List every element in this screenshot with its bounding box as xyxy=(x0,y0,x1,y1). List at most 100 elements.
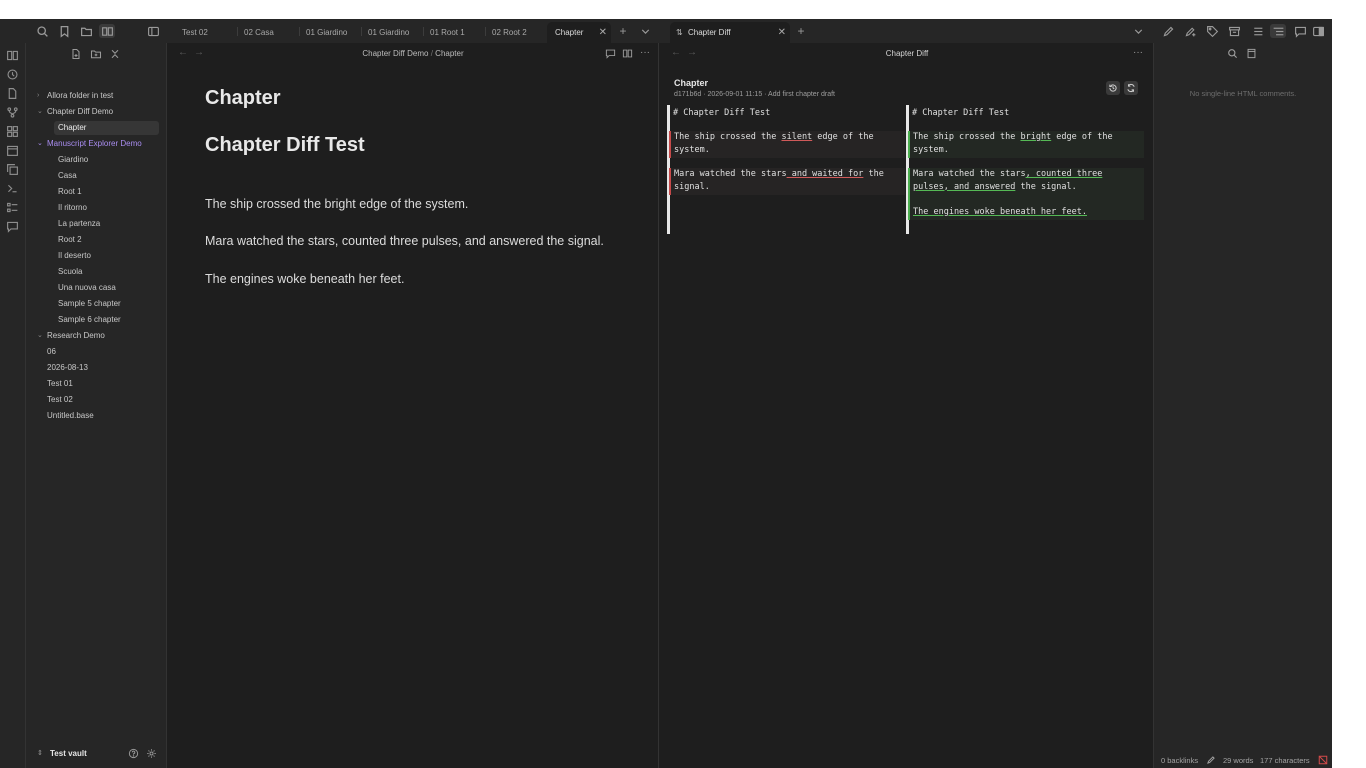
file-06[interactable]: 06 xyxy=(26,345,167,359)
vault-name: Test vault xyxy=(50,749,87,758)
file-test-02[interactable]: Test 02 xyxy=(26,393,167,407)
chevron-down-icon[interactable] xyxy=(638,24,652,38)
layout-icon[interactable] xyxy=(1246,48,1258,60)
folder-icon[interactable] xyxy=(79,24,93,38)
list-icon[interactable] xyxy=(1250,24,1264,38)
sync-error-icon[interactable] xyxy=(1318,755,1328,765)
tab-label: Chapter xyxy=(555,28,584,37)
tab-chapter-diff[interactable]: ⇅ Chapter Diff ✕ xyxy=(670,22,790,43)
file-casa[interactable]: Casa xyxy=(26,169,167,183)
code-text: system. xyxy=(913,144,949,155)
tab-label: Test 02 xyxy=(182,28,208,37)
diff-line-added: The ship crossed the bright edge of the … xyxy=(908,131,1144,158)
file-la-partenza[interactable]: La partenza xyxy=(26,217,167,231)
code-text: The ship crossed the xyxy=(913,132,1021,142)
new-note-icon[interactable] xyxy=(70,48,83,61)
more-options-icon[interactable]: ··· xyxy=(1132,48,1144,60)
history-button[interactable] xyxy=(1106,81,1120,95)
file-root-2[interactable]: Root 2 xyxy=(26,233,167,247)
new-tab-icon[interactable]: + xyxy=(616,24,630,38)
file-icon[interactable] xyxy=(6,87,19,100)
tab-02-root-2[interactable]: 02 Root 2 xyxy=(484,22,546,43)
outline-icon[interactable] xyxy=(1270,24,1286,38)
paragraph: Mara watched the stars, counted three pu… xyxy=(205,234,604,248)
comment-icon[interactable] xyxy=(1293,24,1307,38)
edit-pencil-icon[interactable] xyxy=(1206,755,1216,765)
diff-line-added: Mara watched the stars, counted three pu… xyxy=(908,168,1144,220)
tab-01-giardino-2[interactable]: 01 Giardino xyxy=(360,22,422,43)
tab-02-casa[interactable]: 02 Casa xyxy=(236,22,298,43)
help-icon[interactable] xyxy=(128,748,140,760)
reading-view-icon[interactable] xyxy=(99,24,115,38)
more-options-icon[interactable]: ··· xyxy=(639,48,651,60)
close-icon[interactable]: ✕ xyxy=(599,22,607,43)
diff-file-name: Chapter xyxy=(674,78,709,88)
file-root-1[interactable]: Root 1 xyxy=(26,185,167,199)
folder-allora-folder-in-test[interactable]: › Allora folder in test xyxy=(26,89,167,103)
added-text: , counted three xyxy=(1025,169,1103,179)
file-2026-08-13[interactable]: 2026-08-13 xyxy=(26,361,167,375)
close-icon[interactable]: ✕ xyxy=(778,22,786,43)
tab-bar: Test 02 02 Casa 01 Giardino 01 Giardino … xyxy=(0,19,1332,43)
character-count: 177 characters xyxy=(1260,756,1310,765)
book-icon[interactable] xyxy=(6,49,19,62)
book-open-icon[interactable] xyxy=(622,48,634,60)
pen-plus-icon[interactable] xyxy=(1183,24,1197,38)
tree-item-label: Sample 5 chapter xyxy=(58,299,121,308)
folder-manuscript-explorer-demo[interactable]: ⌄ Manuscript Explorer Demo xyxy=(26,137,167,151)
file-test-01[interactable]: Test 01 xyxy=(26,377,167,391)
toggle-left-sidebar-icon[interactable] xyxy=(146,24,160,38)
tree-item-label: Sample 6 chapter xyxy=(58,315,121,324)
diff-old-column: # Chapter Diff Test The ship crossed the… xyxy=(667,105,906,234)
file-sample-5-chapter[interactable]: Sample 5 chapter xyxy=(26,297,167,311)
new-tab-icon[interactable]: + xyxy=(794,24,808,38)
tab-01-root-1[interactable]: 01 Root 1 xyxy=(422,22,484,43)
backlinks-count[interactable]: 0 backlinks xyxy=(1161,756,1198,765)
tab-test-02[interactable]: Test 02 xyxy=(174,22,236,43)
grid-icon[interactable] xyxy=(6,125,19,138)
breadcrumb-folder[interactable]: Chapter Diff Demo xyxy=(362,49,428,58)
tab-label: 01 Giardino xyxy=(306,28,348,37)
copy-icon[interactable] xyxy=(6,163,19,176)
search-icon[interactable] xyxy=(1227,48,1239,60)
file-giardino[interactable]: Giardino xyxy=(26,153,167,167)
file-scuola[interactable]: Scuola xyxy=(26,265,167,279)
chevron-down-icon[interactable] xyxy=(1131,24,1145,38)
toggle-right-sidebar-icon[interactable] xyxy=(1311,24,1325,38)
clock-icon[interactable] xyxy=(6,68,19,81)
inline-title[interactable]: Chapter xyxy=(205,87,281,110)
git-branch-icon[interactable] xyxy=(6,106,19,119)
new-folder-icon[interactable] xyxy=(90,48,103,61)
checklist-icon[interactable] xyxy=(6,201,19,214)
calendar-icon[interactable] xyxy=(6,144,19,157)
breadcrumb-file[interactable]: Chapter xyxy=(435,49,463,58)
tab-01-giardino[interactable]: 01 Giardino xyxy=(298,22,360,43)
code-text: # Chapter Diff Test xyxy=(912,108,1010,118)
bookmark-icon[interactable] xyxy=(57,24,71,38)
diff-line-removed: Mara watched the stars and waited for th… xyxy=(669,168,905,195)
archive-icon[interactable] xyxy=(1227,24,1241,38)
vault-switcher[interactable]: ⇕ Test vault xyxy=(26,742,167,768)
chevron-down-icon: ⌄ xyxy=(37,108,43,115)
search-icon[interactable] xyxy=(35,24,49,38)
file-sample-6-chapter[interactable]: Sample 6 chapter xyxy=(26,313,167,327)
comment-icon[interactable] xyxy=(605,48,617,60)
file-il-ritorno[interactable]: Il ritorno xyxy=(26,201,167,215)
tag-icon[interactable] xyxy=(1205,24,1219,38)
terminal-icon[interactable] xyxy=(6,182,19,195)
folder-research-demo[interactable]: ⌄ Research Demo xyxy=(26,329,167,343)
file-untitled-base[interactable]: Untitled.base xyxy=(26,409,167,423)
pen-icon[interactable] xyxy=(1161,24,1175,38)
tab-chapter[interactable]: Chapter ✕ xyxy=(547,22,611,43)
collapse-all-icon[interactable] xyxy=(109,48,122,61)
code-text: the xyxy=(863,169,884,179)
file-il-deserto[interactable]: Il deserto xyxy=(26,249,167,263)
refresh-button[interactable] xyxy=(1124,81,1138,95)
word-count: 29 words xyxy=(1223,756,1254,765)
settings-gear-icon[interactable] xyxy=(146,748,158,760)
document-heading: Chapter Diff Test xyxy=(205,134,365,156)
file-chapter[interactable]: Chapter xyxy=(26,121,167,135)
file-una-nuova-casa[interactable]: Una nuova casa xyxy=(26,281,167,295)
folder-chapter-diff-demo[interactable]: ⌄ Chapter Diff Demo xyxy=(26,105,167,119)
chat-icon[interactable] xyxy=(6,220,19,233)
